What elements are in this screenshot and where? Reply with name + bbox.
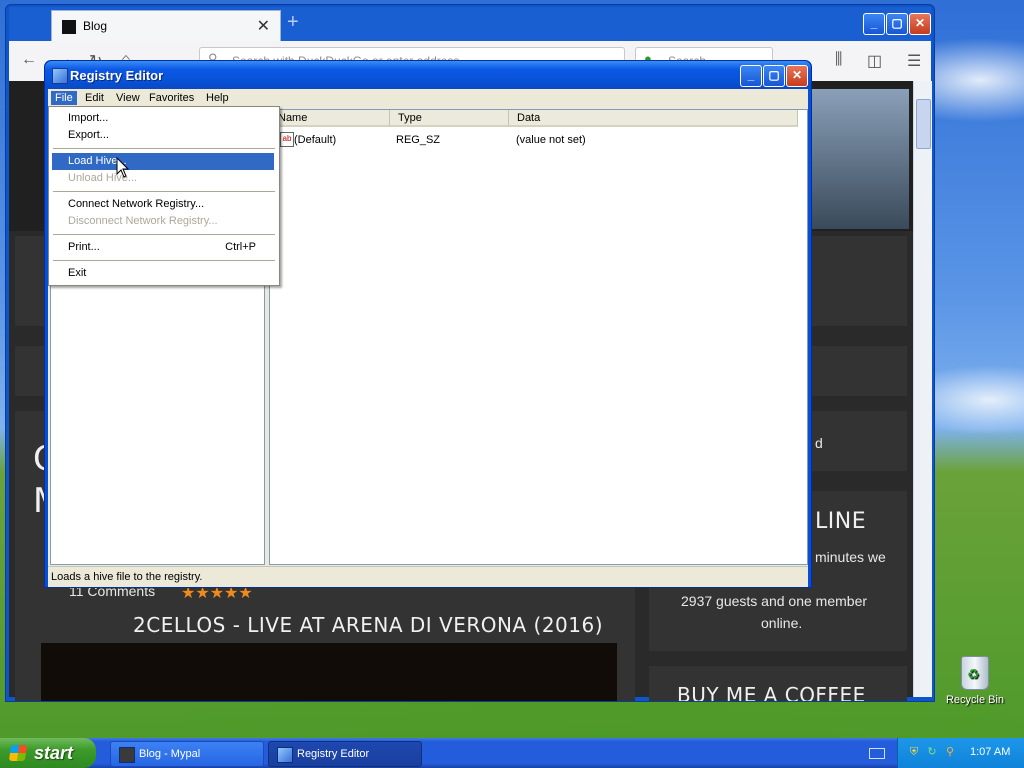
recycle-bin-shortcut[interactable]: ♻ Recycle Bin [944,656,1006,706]
scrollbar-thumb[interactable] [916,99,931,149]
menu-edit[interactable]: Edit [81,91,108,105]
back-icon[interactable]: ← [21,51,37,69]
online-heading: LINE [815,509,867,534]
value-data: (value not set) [516,134,586,146]
close-button[interactable]: ✕ [786,65,808,87]
maximize-button[interactable]: ▢ [763,65,785,87]
taskbar-item-browser[interactable]: Blog - Mypal [110,741,264,767]
menu-item-disconnect-network-registry: Disconnect Network Registry... [68,215,218,227]
menu-separator [53,191,275,192]
status-text: Loads a hive file to the registry. [51,571,203,583]
mouse-cursor-icon [116,157,130,178]
regedit-titlebar[interactable]: Registry Editor _ ▢ ✕ [45,61,811,89]
menu-item-load-hive[interactable]: Load Hive... [52,153,274,170]
coffee-heading: BUY ME A COFFEE [677,683,866,702]
menu-separator [53,234,275,235]
menu-favorites[interactable]: Favorites [145,91,198,105]
string-value-icon: ab [280,132,294,147]
tab-strip: Blog ✕ + _ ▢ ✕ [9,7,931,43]
column-header-name[interactable]: Name [270,110,390,127]
taskbar: start Blog - Mypal Registry Editor ⛨ ↻ ⚲… [0,738,1024,768]
post-title[interactable]: 2CELLOS - LIVE AT ARENA DI VERONA (2016) [133,613,603,637]
browser-app-icon [119,747,135,763]
menu-separator [53,260,275,261]
menu-item-import[interactable]: Import... [52,110,274,127]
security-shield-icon[interactable]: ⛨ [908,746,920,758]
recycle-bin-icon: ♻ [961,656,989,690]
page-scrollbar[interactable] [913,81,932,697]
online-guests-text: 2937 guests and one member [681,593,868,609]
menu-item-exit[interactable]: Exit [52,265,274,282]
recycle-bin-label: Recycle Bin [945,694,1005,706]
header-cityscape-image [809,89,909,229]
update-icon[interactable]: ↻ [926,746,938,758]
menu-help[interactable]: Help [202,91,233,105]
search-tray-icon[interactable]: ⚲ [944,746,956,758]
clock[interactable]: 1:07 AM [970,746,1010,758]
regedit-app-icon [52,68,68,84]
menu-item-export[interactable]: Export... [52,127,274,144]
menu-bar: File Edit View Favorites Help [48,89,808,107]
library-icon[interactable]: ⫼ [835,51,842,69]
sidebar-icon[interactable]: ◫ [867,51,882,71]
hamburger-menu-icon[interactable]: ☰ [907,51,921,71]
print-shortcut: Ctrl+P [225,241,256,253]
taskbar-item-registry-editor[interactable]: Registry Editor [268,741,422,767]
menu-item-connect-network-registry[interactable]: Connect Network Registry... [52,196,274,213]
menu-view[interactable]: View [112,91,144,105]
menu-file[interactable]: File [51,91,77,105]
column-header-data[interactable]: Data [509,110,798,127]
value-name: (Default) [294,134,337,146]
video-thumbnail[interactable] [41,643,617,701]
status-bar: Loads a hive file to the registry. [48,566,808,587]
registry-values-pane[interactable]: Name Type Data ab (Default) REG_SZ (valu… [269,109,808,565]
browser-maximize-button[interactable]: ▢ [886,13,908,35]
file-menu-dropdown: Import... Export... Load Hive... Unload … [48,106,280,286]
menu-item-print[interactable]: Print... Ctrl+P [52,239,274,256]
browser-tab-blog[interactable]: Blog ✕ [51,10,281,43]
site-favicon-icon [62,20,76,34]
start-button[interactable]: start [0,738,96,768]
online-minutes-text: minutes we [815,549,886,565]
tab-title: Blog [83,19,108,33]
new-tab-icon[interactable]: + [287,11,299,34]
window-title: Registry Editor [70,68,164,83]
browser-close-button[interactable]: ✕ [909,13,931,35]
minimize-button[interactable]: _ [740,65,762,87]
online-guests-text-2: online. [761,615,803,631]
column-header-type[interactable]: Type [390,110,509,127]
keyboard-layout-icon[interactable] [869,748,885,759]
windows-logo-icon [8,745,28,761]
value-type: REG_SZ [396,134,441,146]
browser-minimize-button[interactable]: _ [863,13,885,35]
menu-item-unload-hive: Unload Hive... [68,172,138,184]
menu-separator [53,148,275,149]
sidebar-text-fragment: d [815,435,823,451]
close-tab-icon[interactable]: ✕ [257,16,270,36]
regedit-app-icon [277,747,293,763]
